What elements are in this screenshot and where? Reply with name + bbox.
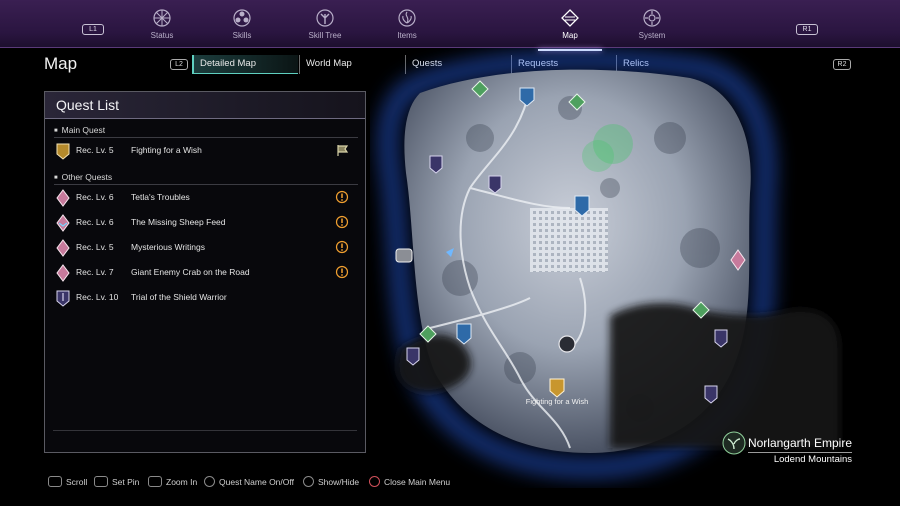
map-icon bbox=[561, 9, 579, 27]
side-quest-icon bbox=[56, 239, 70, 257]
nav-tab-label: Map bbox=[562, 31, 578, 40]
area-name: Lodend Mountains bbox=[747, 452, 852, 465]
other-quests-heading: Other Quests bbox=[54, 172, 358, 185]
side-quest-icon bbox=[56, 189, 70, 207]
quest-name: Tetla's Troubles bbox=[131, 192, 190, 202]
hint-close-menu: Close Main Menu bbox=[369, 476, 450, 487]
quest-row[interactable]: Rec. Lv. 6 The Missing Sheep Feed bbox=[51, 212, 359, 234]
main-quest-pin-label: Fighting for a Wish bbox=[526, 397, 589, 406]
quest-name: Mysterious Writings bbox=[131, 242, 205, 252]
nav-tab-label: Skills bbox=[232, 31, 252, 40]
quest-level: Rec. Lv. 7 bbox=[76, 267, 114, 277]
items-icon bbox=[398, 9, 416, 27]
nav-tab-label: System bbox=[638, 31, 666, 40]
region-leaf-icon bbox=[722, 431, 746, 455]
hint-zoom-in: Zoom In bbox=[148, 476, 197, 487]
hint-label: Scroll bbox=[66, 477, 88, 487]
detailed-map[interactable]: Fighting for a Wish bbox=[370, 48, 900, 488]
quest-name: Fighting for a Wish bbox=[131, 145, 202, 155]
exclamation-icon bbox=[335, 190, 349, 204]
r3-stick-icon bbox=[148, 476, 162, 487]
town-area bbox=[530, 208, 608, 272]
skills-icon bbox=[233, 9, 251, 27]
nav-tab-label: Items bbox=[397, 31, 417, 40]
region-label: Norlangarth Empire Lodend Mountains bbox=[747, 436, 852, 465]
quest-list-title: Quest List bbox=[45, 92, 365, 119]
trial-quest-icon bbox=[56, 290, 70, 307]
quest-row[interactable]: Rec. Lv. 7 Giant Enemy Crab on the Road bbox=[51, 262, 359, 284]
hint-scroll: Scroll bbox=[48, 476, 87, 487]
exclamation-icon bbox=[335, 215, 349, 229]
quest-level: Rec. Lv. 5 bbox=[76, 242, 114, 252]
hint-label: Set Pin bbox=[112, 477, 140, 487]
quest-level: Rec. Lv. 6 bbox=[76, 217, 114, 227]
hint-set-pin: Set Pin bbox=[94, 476, 139, 487]
quest-row[interactable]: Rec. Lv. 10 Trial of the Shield Warrior bbox=[51, 287, 359, 309]
l3-stick-icon bbox=[48, 476, 62, 487]
hint-label: Zoom In bbox=[166, 477, 198, 487]
l2-button-hint[interactable]: L2 bbox=[170, 59, 188, 70]
side-quest-icon bbox=[56, 264, 70, 282]
exclamation-icon bbox=[335, 240, 349, 254]
hint-label: Show/Hide bbox=[318, 477, 360, 487]
nav-tab-map[interactable]: Map bbox=[530, 8, 610, 51]
tab-detailed-map[interactable]: Detailed Map bbox=[192, 55, 298, 74]
status-icon bbox=[153, 9, 171, 27]
triangle-button-icon bbox=[303, 476, 314, 487]
r1-button-hint[interactable]: R1 bbox=[796, 24, 818, 35]
map-marker-shop[interactable] bbox=[395, 248, 413, 263]
square-button-icon bbox=[204, 476, 215, 487]
circle-button-icon bbox=[369, 476, 380, 487]
region-name: Norlangarth Empire bbox=[747, 436, 852, 450]
quest-name: The Missing Sheep Feed bbox=[131, 217, 226, 227]
quest-name: Giant Enemy Crab on the Road bbox=[131, 267, 250, 277]
l1-button-hint[interactable]: L1 bbox=[82, 24, 104, 35]
nav-tab-label: Status bbox=[150, 31, 174, 40]
map-marker-circle-point[interactable] bbox=[558, 335, 576, 353]
nav-tab-system[interactable]: System bbox=[612, 8, 692, 40]
quest-row[interactable]: Rec. Lv. 6 Tetla's Troubles bbox=[51, 187, 359, 209]
exclamation-icon bbox=[335, 265, 349, 279]
l3-stick-icon bbox=[94, 476, 108, 487]
panel-divider bbox=[53, 430, 357, 431]
quest-level: Rec. Lv. 5 bbox=[76, 145, 114, 155]
quest-level: Rec. Lv. 10 bbox=[76, 292, 119, 302]
top-navigation: L1 Status Skills Skill Tree Items Map Sy… bbox=[0, 0, 900, 51]
quest-name: Trial of the Shield Warrior bbox=[131, 292, 227, 302]
nav-tab-label: Skill Tree bbox=[308, 31, 342, 40]
nav-tab-skill-tree[interactable]: Skill Tree bbox=[285, 8, 365, 40]
main-quest-heading: Main Quest bbox=[54, 125, 358, 138]
quest-list-panel: Quest List Main Quest Rec. Lv. 5 Fightin… bbox=[44, 91, 366, 453]
hint-label: Close Main Menu bbox=[384, 477, 451, 487]
nav-tab-items[interactable]: Items bbox=[367, 8, 447, 40]
flag-icon bbox=[337, 145, 349, 156]
system-icon bbox=[643, 9, 661, 27]
side-quest-icon bbox=[56, 214, 70, 232]
quest-area-highlight bbox=[582, 140, 614, 172]
quest-row-main[interactable]: Rec. Lv. 5 Fighting for a Wish bbox=[51, 140, 359, 162]
skill-tree-icon bbox=[316, 9, 334, 27]
hint-quest-name-toggle: Quest Name On/Off bbox=[204, 476, 294, 487]
hint-label: Quest Name On/Off bbox=[219, 477, 294, 487]
main-quest-icon bbox=[56, 143, 70, 160]
nav-tab-skills[interactable]: Skills bbox=[202, 8, 282, 40]
nav-tab-status[interactable]: Status bbox=[122, 8, 202, 40]
quest-level: Rec. Lv. 6 bbox=[76, 192, 114, 202]
hint-show-hide: Show/Hide bbox=[303, 476, 359, 487]
quest-row[interactable]: Rec. Lv. 5 Mysterious Writings bbox=[51, 237, 359, 259]
